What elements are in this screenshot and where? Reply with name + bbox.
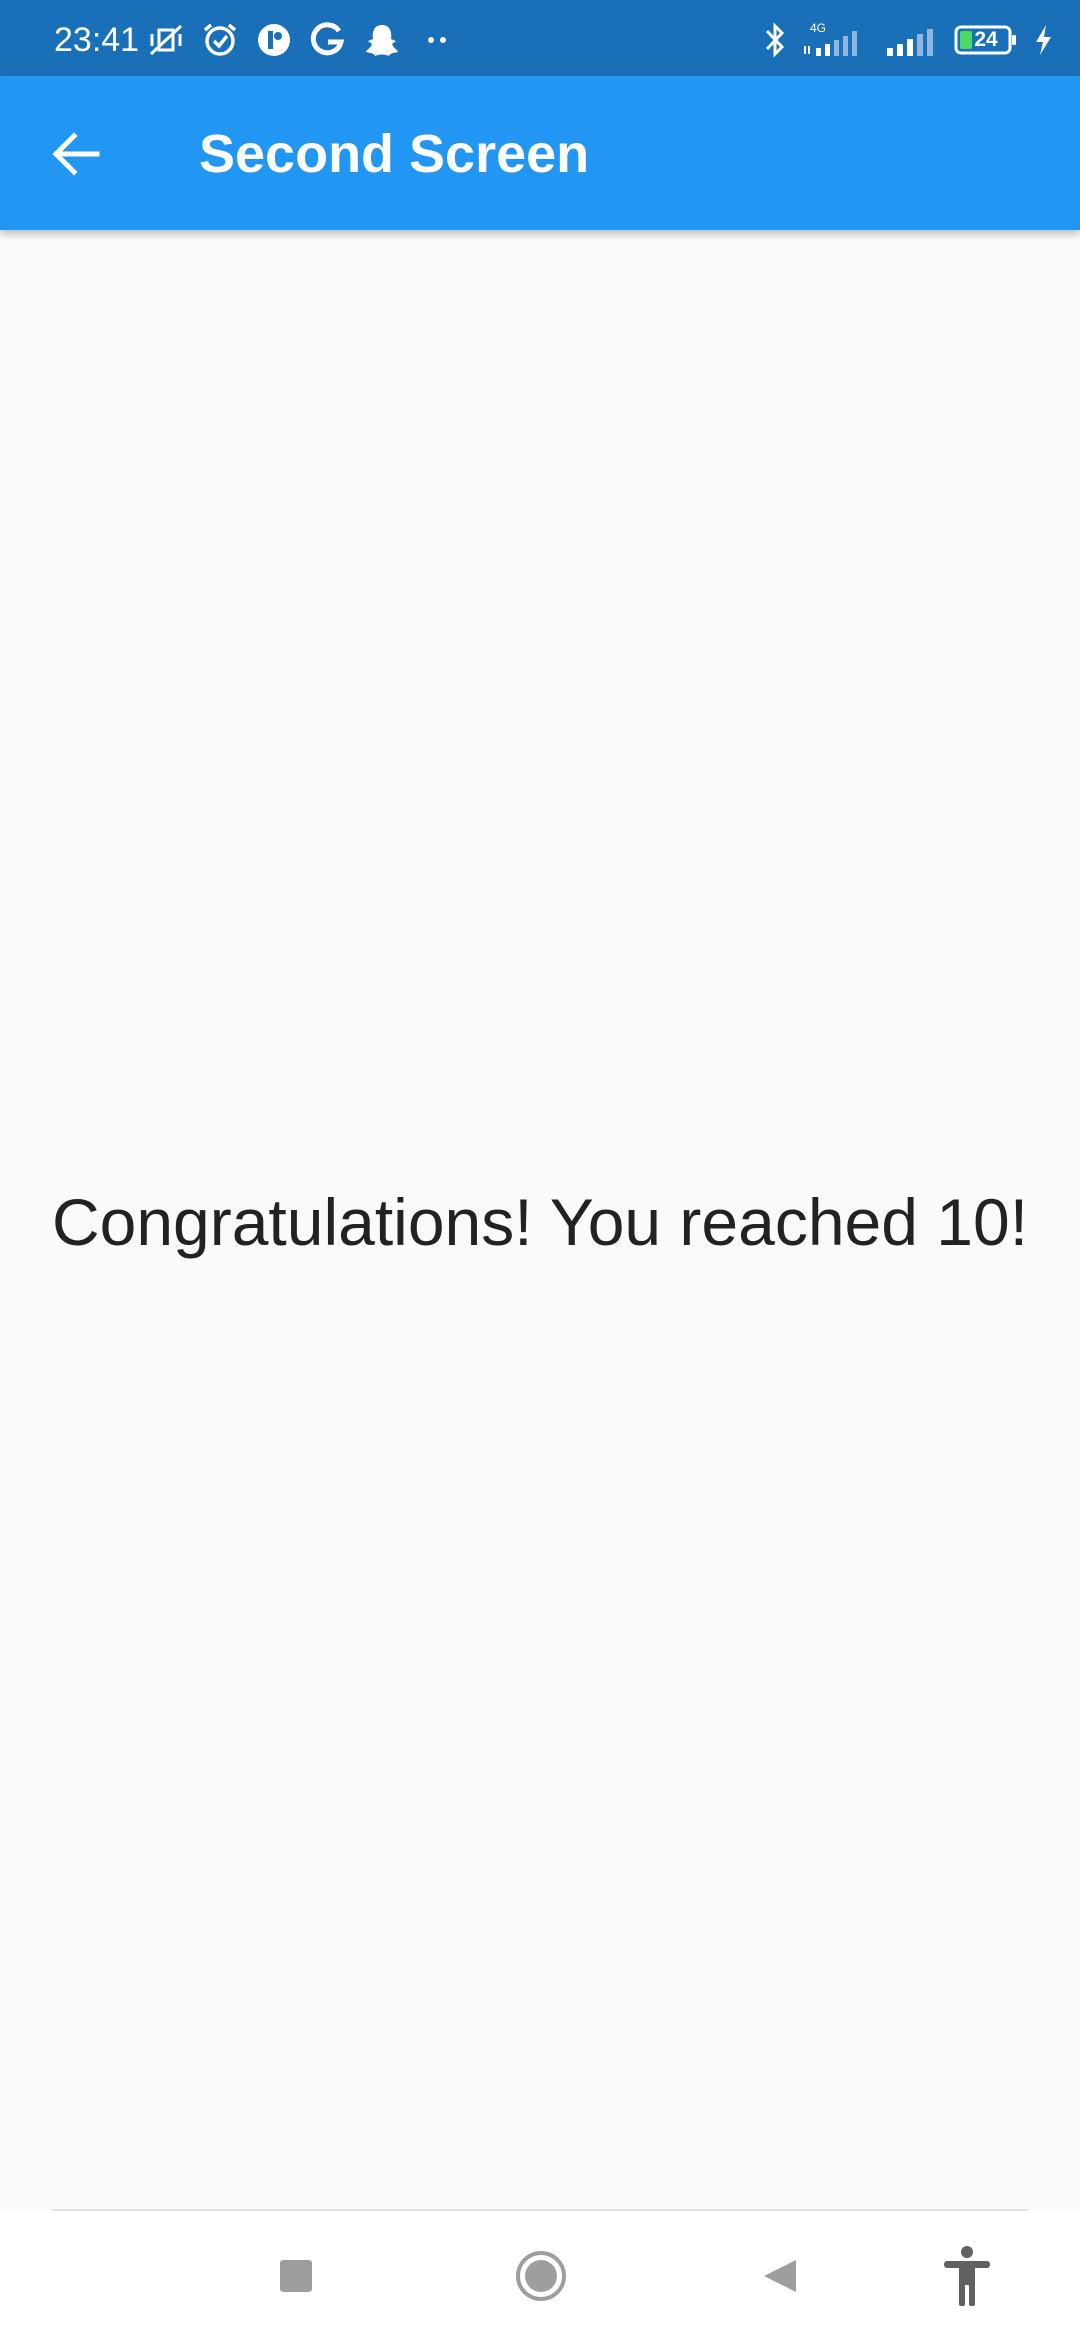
battery-icon: 24	[954, 25, 1018, 55]
status-right-icons: 4G 24	[762, 20, 1054, 60]
app-notification-icon	[258, 24, 290, 56]
arrow-back-icon	[52, 132, 100, 176]
home-button[interactable]	[481, 2211, 601, 2340]
signal-icon	[887, 29, 933, 56]
page-title: Second Screen	[199, 124, 590, 184]
back-triangle-icon	[764, 2259, 796, 2292]
accessibility-button[interactable]	[907, 2211, 1027, 2340]
battery-level: 24	[974, 28, 998, 51]
screen: 23:41 4G 24 Second Screen Congratulation…	[0, 0, 1080, 2340]
status-bar: 23:41 4G 24	[0, 0, 1080, 76]
back-nav-button[interactable]	[720, 2211, 840, 2340]
signal-4g-icon: 4G	[804, 21, 857, 56]
status-left-icons	[146, 22, 456, 58]
accessibility-icon	[944, 2245, 990, 2306]
system-nav-bar	[0, 2211, 1080, 2340]
main-content: Congratulations! You reached 10!	[0, 230, 1080, 2210]
bluetooth-icon	[765, 22, 785, 58]
congratulations-message: Congratulations! You reached 10!	[51, 1185, 1029, 1259]
google-icon	[310, 22, 345, 56]
more-dots-icon	[428, 37, 446, 43]
snapchat-icon	[366, 25, 398, 56]
charging-icon	[1036, 25, 1051, 55]
back-button[interactable]	[36, 116, 116, 192]
recents-square-icon	[280, 2259, 312, 2292]
recents-button[interactable]	[236, 2211, 356, 2340]
network-type-label: 4G	[810, 21, 826, 35]
status-time: 23:41	[54, 21, 140, 59]
app-bar: Second Screen	[0, 76, 1080, 230]
home-circle-icon	[516, 2250, 566, 2301]
vibrate-off-icon	[149, 24, 183, 56]
alarm-icon	[203, 23, 237, 56]
